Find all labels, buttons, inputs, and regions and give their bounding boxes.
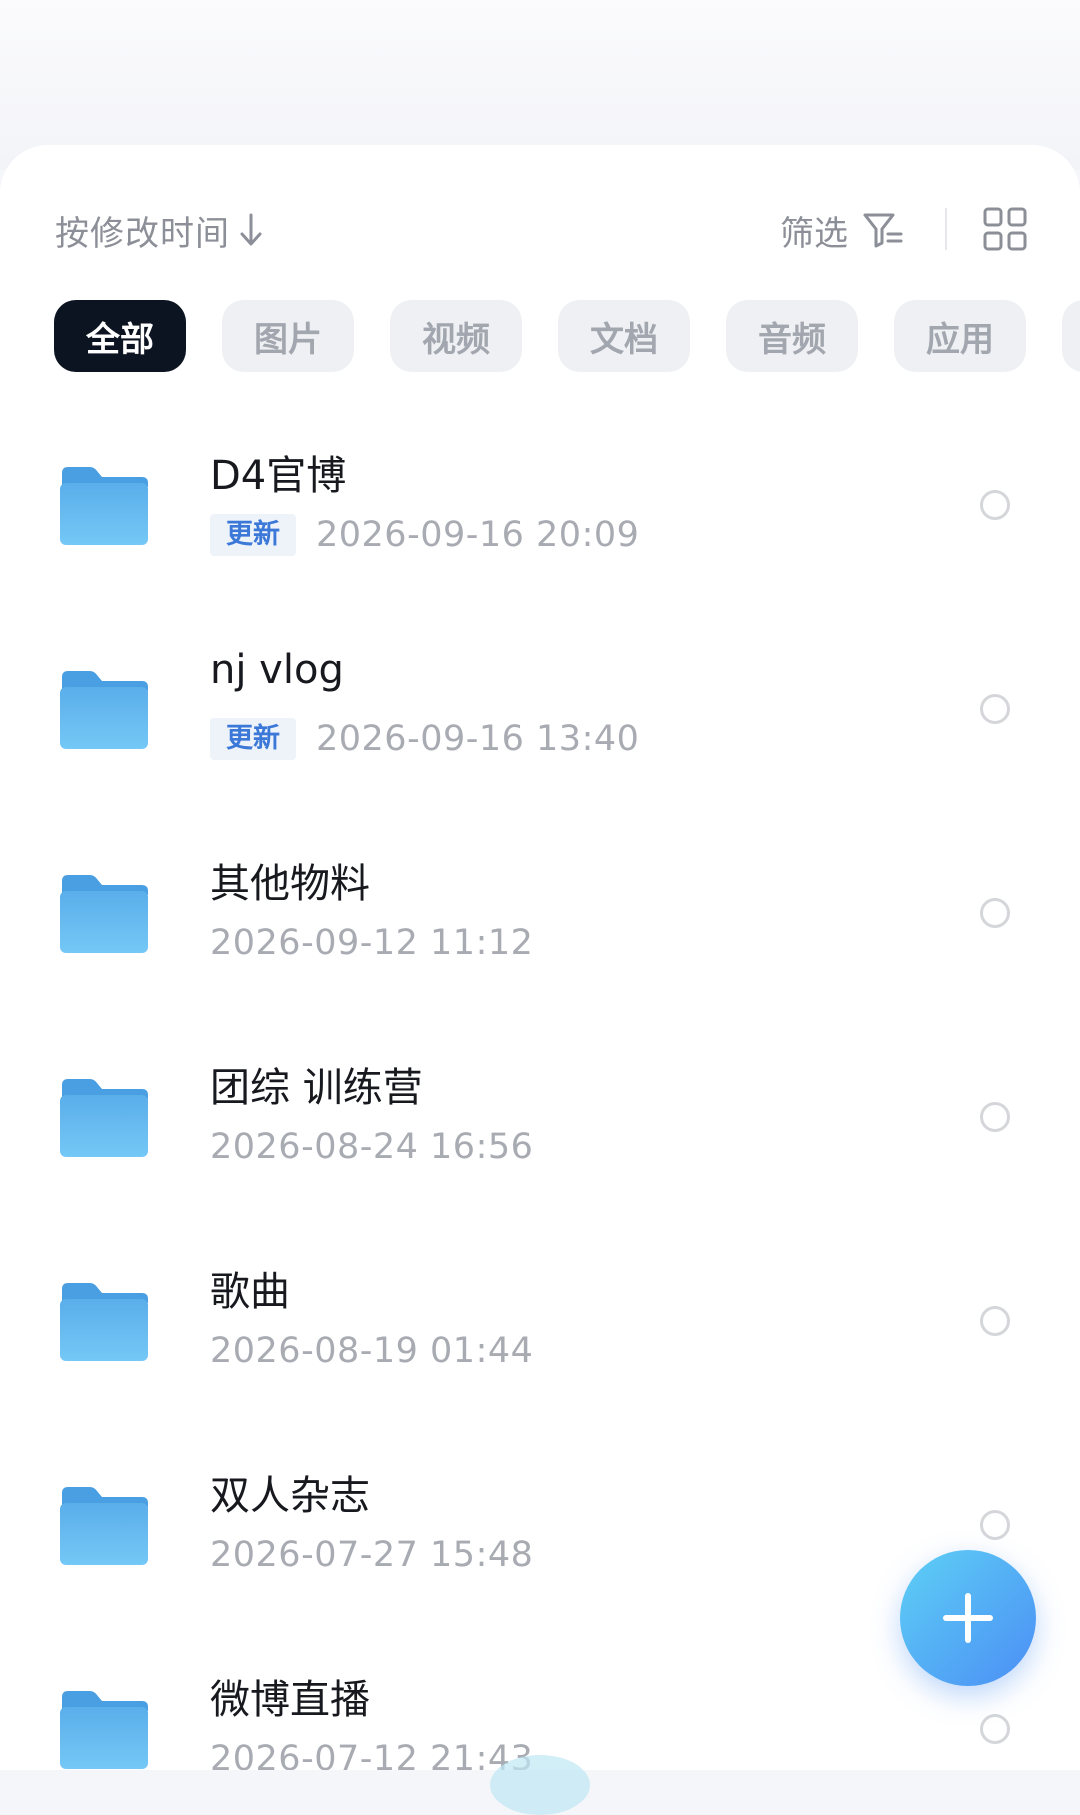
select-checkbox[interactable] <box>980 1714 1010 1744</box>
file-sheet: 按修改时间 筛选 全部 图片 视频 文档 音频 应用 D4官博更新 2026-09… <box>0 145 1080 1770</box>
file-meta: 更新 2026-09-16 20:09 <box>210 513 639 557</box>
tab-audio[interactable]: 音频 <box>726 300 858 372</box>
file-name: 歌曲 <box>210 1269 290 1315</box>
select-checkbox[interactable] <box>980 1306 1010 1336</box>
file-row[interactable]: D4官博更新 2026-09-16 20:09 <box>0 413 1080 617</box>
select-checkbox[interactable] <box>980 898 1010 928</box>
file-date: 2026-09-12 11:12 <box>210 923 534 963</box>
folder-icon <box>60 1283 148 1361</box>
sort-button[interactable]: 按修改时间 <box>55 205 264 255</box>
folder-icon <box>60 875 148 953</box>
tab-videos[interactable]: 视频 <box>390 300 522 372</box>
filter-icon <box>863 213 903 248</box>
toolbar-divider <box>945 208 947 250</box>
file-meta: 2026-07-27 15:48 <box>210 1533 533 1577</box>
file-meta: 2026-09-12 11:12 <box>210 921 533 965</box>
folder-icon <box>60 1691 148 1769</box>
filter-button[interactable]: 筛选 <box>780 205 904 255</box>
select-checkbox[interactable] <box>980 1510 1010 1540</box>
file-name: D4官博 <box>210 453 347 499</box>
add-button[interactable] <box>900 1550 1036 1686</box>
select-checkbox[interactable] <box>980 1102 1010 1132</box>
bottom-bar-peek <box>490 1755 590 1815</box>
file-meta: 2026-08-24 16:56 <box>210 1125 533 1169</box>
file-meta: 2026-07-12 21:43 <box>210 1737 533 1770</box>
file-row[interactable]: nj vlog 更新 2026-09-16 13:40 <box>0 617 1080 821</box>
tab-more[interactable] <box>1062 300 1080 372</box>
file-date: 2026-07-12 21:43 <box>210 1739 534 1770</box>
folder-icon <box>60 671 148 749</box>
file-name: 双人杂志 <box>210 1473 370 1519</box>
file-date: 2026-09-16 20:09 <box>316 515 640 555</box>
tab-apps[interactable]: 应用 <box>894 300 1026 372</box>
file-date: 2026-09-16 13:40 <box>316 719 640 759</box>
file-meta: 更新 2026-09-16 13:40 <box>210 717 639 761</box>
file-row[interactable]: 歌曲 2026-08-19 01:44 <box>0 1229 1080 1433</box>
file-row[interactable]: 其他物料 2026-09-12 11:12 <box>0 821 1080 1025</box>
tab-images[interactable]: 图片 <box>222 300 354 372</box>
file-row[interactable]: 团综 训练营 2026-08-24 16:56 <box>0 1025 1080 1229</box>
file-date: 2026-08-19 01:44 <box>210 1331 534 1371</box>
filter-label: 筛选 <box>780 213 848 254</box>
folder-icon <box>60 467 148 545</box>
file-meta: 2026-08-19 01:44 <box>210 1329 533 1373</box>
file-name: 团综 训练营 <box>210 1065 423 1111</box>
plus-icon <box>943 1593 993 1643</box>
category-tabs: 全部 图片 视频 文档 音频 应用 <box>54 300 1080 372</box>
file-date: 2026-07-27 15:48 <box>210 1535 534 1575</box>
update-badge: 更新 <box>210 718 296 760</box>
arrow-down-icon <box>240 213 262 246</box>
file-name: nj vlog <box>210 647 344 693</box>
file-date: 2026-08-24 16:56 <box>210 1127 534 1167</box>
tab-all[interactable]: 全部 <box>54 300 186 372</box>
folder-icon <box>60 1079 148 1157</box>
select-checkbox[interactable] <box>980 490 1010 520</box>
tab-documents[interactable]: 文档 <box>558 300 690 372</box>
file-name: 其他物料 <box>210 861 370 907</box>
sort-label: 按修改时间 <box>55 213 230 254</box>
folder-icon <box>60 1487 148 1565</box>
update-badge: 更新 <box>210 514 296 556</box>
file-name: 微博直播 <box>210 1677 370 1723</box>
grid-view-icon[interactable] <box>983 207 1027 251</box>
select-checkbox[interactable] <box>980 694 1010 724</box>
